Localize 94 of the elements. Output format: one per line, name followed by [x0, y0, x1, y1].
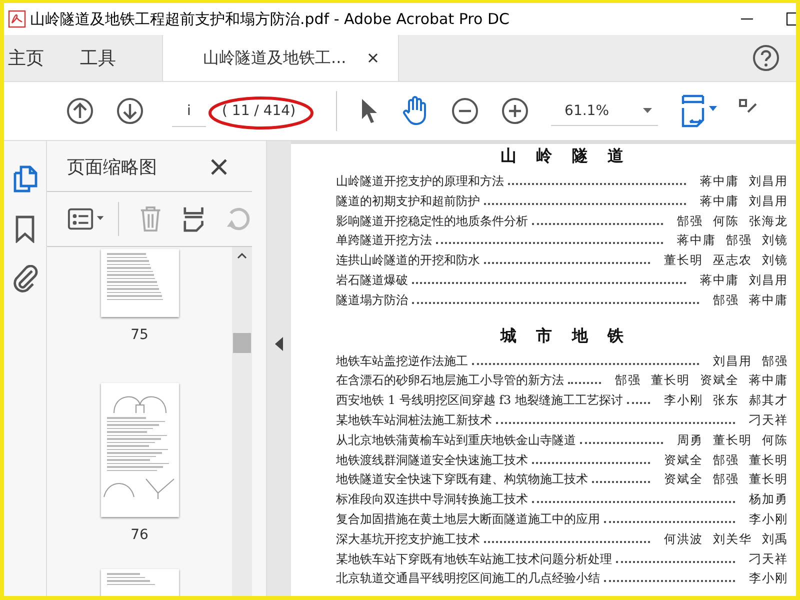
author-name: 刘关华 — [713, 530, 752, 548]
section-heading: 城 市 地 铁 — [499, 324, 624, 347]
toc-entry-title: 标准段向双连拱中导洞转换施工技术 — [336, 491, 528, 508]
tab[interactable]: 主页 — [4, 35, 48, 81]
author-name: 郝其才 — [749, 392, 788, 410]
author-name: 巫志农 — [713, 252, 752, 270]
caret-icon — [643, 108, 652, 114]
toc-entry-title: 地铁隧道安全快速下穿既有建、构筑物施工技术 — [336, 471, 588, 488]
author-name: 蒋中庸 — [700, 173, 739, 190]
author-name: 资斌全 — [664, 452, 703, 469]
author-name: 刘镜 — [762, 232, 788, 250]
tab[interactable]: 工具 — [76, 35, 120, 81]
author-name: 刘昌用 — [749, 173, 788, 190]
toc-entry-title: 单跨隧道开挖方法 — [336, 232, 432, 250]
toc-entry-title: 连拱山岭隧道的开挖和防水 — [336, 252, 480, 270]
scroll-thumb[interactable] — [233, 333, 251, 353]
section-heading: 山 岭 隧 道 — [500, 145, 624, 167]
help-icon[interactable] — [752, 44, 780, 72]
options-menu-icon[interactable] — [67, 207, 106, 231]
author-name: 张东 — [713, 392, 739, 410]
maximize-icon[interactable] — [786, 12, 796, 26]
author-name: 刘禹 — [762, 530, 788, 548]
collapse-arrow-icon[interactable] — [275, 336, 283, 350]
next-page-icon[interactable] — [116, 97, 144, 125]
author-name: 蒋中庸 — [700, 272, 739, 289]
author-name: 蒋中庸 — [749, 372, 788, 390]
author-name: 郜强 — [713, 292, 739, 309]
zoom-out-icon[interactable] — [450, 97, 479, 125]
toc-entry-title: 在含漂石的砂卵石地层施工小导管的新方法 — [336, 372, 564, 390]
author-name: 郜强 — [726, 232, 752, 250]
panel-title: 页面缩略图 — [67, 156, 157, 179]
toc-entry-title: 隧道的初期支护和超前防护 — [336, 192, 480, 210]
previous-page-icon[interactable] — [66, 97, 94, 125]
close-icon[interactable] — [210, 158, 228, 176]
toc-entry-title: 地铁渡线群洞隧道安全快速施工技术 — [336, 452, 528, 469]
author-name: 张海龙 — [749, 212, 788, 230]
author-name: 杨加勇 — [749, 491, 788, 508]
tab[interactable]: 山岭隧道及地铁工... — [162, 35, 400, 81]
toc-entry-title: 北京轨道交通昌平线明挖区间施工的几点经验小结 — [336, 570, 600, 588]
author-name: 董长明 — [713, 432, 752, 449]
close-icon[interactable] — [368, 53, 378, 63]
author-name: 李小刚 — [749, 570, 788, 588]
window-title: 山岭隧道及地铁工程超前支护和塌方防治.pdf - Adobe Acrobat Pro DC — [30, 10, 510, 28]
author-name: 何洪波 — [664, 530, 703, 548]
toc-entry-title: 某地铁车站下穿既有地铁车站施工技术问题分析处理 — [336, 550, 612, 568]
author-name: 刘镜 — [762, 252, 788, 270]
author-name: 董长明 — [749, 452, 788, 469]
paperclip-icon[interactable] — [12, 265, 38, 293]
toc-entry-title: 从北京地铁蒲黄榆车站到重庆地铁金山寺隧道 — [336, 432, 576, 449]
scroll-up-icon[interactable] — [237, 253, 247, 259]
author-name: 何陈 — [713, 212, 739, 230]
author-name: 刘昌用 — [713, 352, 752, 370]
author-name: 董长明 — [749, 471, 788, 488]
author-name: 蒋中庸 — [749, 292, 788, 309]
author-name: 郜强 — [713, 452, 739, 469]
author-name: 资斌全 — [700, 372, 739, 390]
scrollbar[interactable] — [232, 247, 252, 596]
bookmark-icon[interactable] — [14, 215, 36, 243]
author-name: 郜强 — [762, 352, 788, 370]
page-thumbnail[interactable] — [100, 383, 178, 517]
author-name: 何陈 — [762, 432, 788, 449]
author-name: 刘昌用 — [749, 192, 788, 210]
author-name: 董长明 — [664, 252, 703, 270]
toc-entry-title: 隧道塌方防治 — [336, 292, 408, 309]
author-name: 蒋中庸 — [677, 232, 716, 250]
author-name: 蒋中庸 — [700, 192, 739, 210]
author-name: 刁天祥 — [749, 412, 788, 429]
toc-entry-title: 山岭隧道开挖支护的原理和方法 — [336, 173, 504, 190]
author-name: 李小刚 — [749, 510, 788, 528]
author-name: 刁天祥 — [749, 550, 788, 568]
page-number: 76 — [130, 527, 148, 543]
toc-entry-title: 地铁车站盖挖逆作法施工 — [336, 352, 468, 370]
author-name: 周勇 — [677, 432, 703, 449]
page-count: ( 11 / 414) — [222, 103, 296, 119]
hand-icon[interactable] — [400, 96, 429, 126]
author-name: 资斌全 — [664, 471, 703, 488]
insert-page-icon[interactable] — [182, 205, 205, 233]
app-logo-icon — [8, 10, 26, 28]
toc-entry-title: 西安地铁 1 号线明挖区间穿越 f3 地裂缝施工工艺探讨 — [336, 392, 623, 410]
author-name: 刘昌用 — [749, 272, 788, 289]
pages-icon[interactable] — [12, 165, 38, 193]
toc-entry-title: 复合加固措施在黄土地层大断面隧道施工中的应用 — [336, 510, 600, 528]
author-name: 李小刚 — [664, 392, 703, 410]
toc-entry-title: 影响隧道开挖稳定性的地质条件分析 — [336, 212, 528, 230]
toc-entry-title: 某地铁车站洞桩法施工新技术 — [336, 412, 492, 429]
toc-entry-title: 岩石隧道爆破 — [336, 272, 408, 289]
author-name: 郜强 — [713, 471, 739, 488]
zoom-in-icon[interactable] — [500, 97, 529, 125]
author-name: 郜强 — [677, 212, 703, 230]
toc-entry-title: 深大基坑开挖支护施工技术 — [336, 530, 480, 548]
page-number: 75 — [130, 327, 148, 343]
author-name: 董长明 — [651, 372, 690, 390]
page-thumbnail[interactable] — [100, 249, 178, 317]
author-name: 郜强 — [615, 372, 641, 390]
